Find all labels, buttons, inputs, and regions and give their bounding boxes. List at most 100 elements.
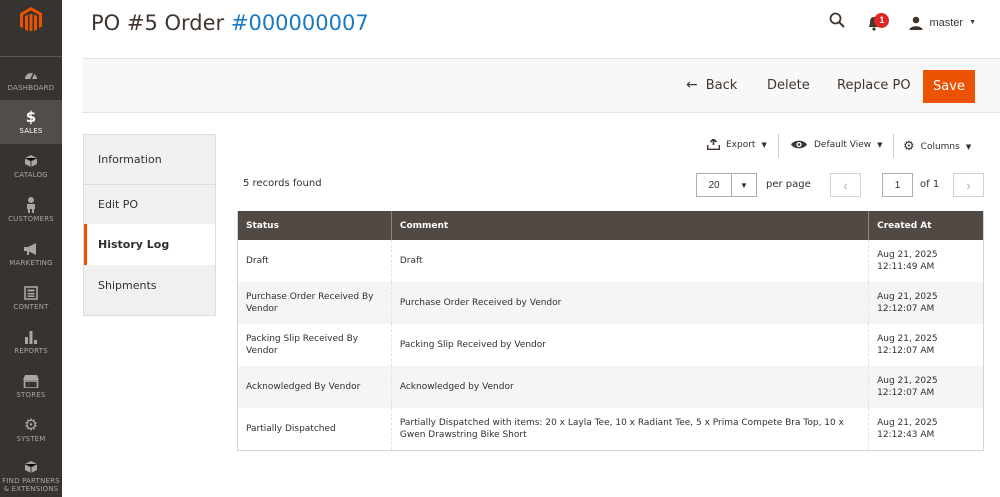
columns-dropdown[interactable]: ⚙ Columns ▼ (903, 139, 971, 154)
sidebar-item-sales[interactable]: $ SALES (0, 100, 62, 144)
magento-logo-icon (20, 7, 42, 32)
content-icon (22, 285, 40, 301)
back-button-label: Back (705, 77, 738, 93)
chevron-down-icon: ▼ (965, 142, 972, 151)
user-icon (909, 16, 923, 30)
megaphone-icon (22, 241, 40, 257)
column-header-comment[interactable]: Comment (391, 211, 870, 240)
sidebar-item-marketing[interactable]: MARKETING (0, 232, 62, 276)
tab-information[interactable]: Information (84, 135, 215, 184)
tab-edit-po[interactable]: Edit PO (84, 184, 215, 224)
gear-icon: ⚙ (23, 417, 39, 434)
created-at-cell: Aug 21, 2025 12:12:07 AM (868, 366, 984, 408)
comment-cell: Acknowledged by Vendor (391, 366, 870, 408)
per-page-select[interactable]: 20 ▼ (696, 173, 757, 197)
sidebar-item-label: STORES (16, 391, 46, 399)
next-page-button[interactable]: › (953, 173, 984, 197)
export-dropdown[interactable]: Export ▼ (707, 139, 767, 150)
back-button[interactable]: ← Back (686, 77, 737, 93)
sidebar-item-find-partners[interactable]: FIND PARTNERS & EXTENSIONS (0, 452, 62, 497)
sidebar-item-reports[interactable]: REPORTS (0, 320, 62, 364)
view-label: Default View (814, 139, 872, 150)
chevron-down-icon: ▼ (761, 140, 767, 149)
toolbar-divider (893, 134, 894, 158)
dollar-icon: $ (25, 108, 37, 126)
delete-button[interactable]: Delete (767, 78, 810, 93)
tab-history-log[interactable]: History Log (84, 224, 215, 265)
gear-icon: ⚙ (903, 139, 915, 154)
status-cell: Acknowledged By Vendor (237, 366, 392, 408)
sidebar-item-customers[interactable]: CUSTOMERS (0, 188, 62, 232)
table-row: Purchase Order Received By Vendor Purcha… (237, 282, 984, 324)
created-at-cell: Aug 21, 2025 12:12:07 AM (868, 324, 984, 366)
bar-chart-icon (22, 329, 40, 345)
notifications-button[interactable]: 1 (867, 12, 890, 32)
po-tabs: Information Edit PO History Log Shipment… (83, 134, 216, 316)
sidebar-item-stores[interactable]: STORES (0, 364, 62, 408)
column-header-status[interactable]: Status (237, 211, 392, 240)
chevron-right-icon: › (966, 177, 971, 193)
chevron-down-icon: ▼ (877, 140, 883, 149)
table-row: Packing Slip Received By Vendor Packing … (237, 324, 984, 366)
per-page-value: 20 (708, 179, 720, 191)
records-count: 5 records found (243, 178, 322, 189)
sidebar-item-label: SALES (19, 127, 43, 135)
store-icon (22, 373, 40, 389)
tab-shipments[interactable]: Shipments (84, 265, 215, 306)
person-icon (22, 197, 40, 213)
admin-sidebar: DASHBOARD $ SALES CATALOG CUSTOMERS MARK… (0, 0, 62, 497)
export-icon (707, 139, 720, 150)
sidebar-item-label: FIND PARTNERS (2, 477, 60, 485)
replace-po-button[interactable]: Replace PO (837, 78, 911, 93)
page-actions-bar: ← Back Delete Replace PO Save (82, 58, 1000, 113)
previous-page-button[interactable]: ‹ (830, 173, 861, 197)
view-dropdown[interactable]: Default View ▼ (790, 139, 883, 150)
sidebar-item-label: CATALOG (14, 171, 48, 179)
order-number-link[interactable]: #000000007 (231, 11, 369, 35)
search-icon[interactable] (829, 12, 846, 33)
comment-cell: Packing Slip Received by Vendor (391, 324, 870, 366)
sidebar-item-label: DASHBOARD (7, 83, 55, 92)
comment-cell: Partially Dispatched with items: 20 x La… (391, 408, 870, 450)
cube-icon (22, 153, 40, 169)
arrow-left-icon: ← (686, 77, 698, 93)
chevron-down-icon: ▼ (731, 174, 756, 196)
dashboard-icon (22, 66, 40, 82)
sidebar-item-system[interactable]: ⚙ SYSTEM (0, 408, 62, 452)
table-row: Partially Dispatched Partially Dispatche… (237, 408, 984, 450)
status-cell: Packing Slip Received By Vendor (237, 324, 392, 366)
sidebar-item-label: CUSTOMERS (8, 215, 54, 223)
sidebar-item-dashboard[interactable]: DASHBOARD (0, 56, 62, 100)
toolbar-divider (778, 134, 779, 158)
eye-icon (791, 140, 807, 149)
created-at-cell: Aug 21, 2025 12:12:43 AM (868, 408, 984, 450)
created-at-cell: Aug 21, 2025 12:12:07 AM (868, 282, 984, 324)
page-number-input[interactable]: 1 (882, 173, 913, 197)
history-log-table: Status Comment Created At Draft Draft Au… (237, 211, 984, 451)
sidebar-item-catalog[interactable]: CATALOG (0, 144, 62, 188)
page-title: PO #5 Order #000000007 (91, 11, 369, 35)
table-row: Acknowledged By Vendor Acknowledged by V… (237, 366, 984, 408)
sidebar-item-content[interactable]: CONTENT (0, 276, 62, 320)
column-header-created-at[interactable]: Created At (868, 211, 984, 240)
columns-label: Columns (920, 141, 960, 152)
sidebar-item-label-2: & EXTENSIONS (3, 485, 59, 493)
sidebar-item-label: MARKETING (9, 259, 53, 267)
save-button[interactable]: Save (923, 70, 975, 103)
username: master (929, 16, 964, 29)
created-at-cell: Aug 21, 2025 12:11:49 AM (868, 240, 984, 282)
sidebar-item-label: SYSTEM (16, 435, 46, 443)
page-title-prefix: PO #5 Order (91, 11, 231, 35)
box-icon (22, 459, 40, 475)
magento-logo[interactable] (0, 0, 62, 40)
per-page-label: per page (766, 179, 811, 190)
header-actions: 1 master ▼ (829, 12, 976, 33)
user-menu[interactable]: master ▼ (909, 16, 976, 30)
status-cell: Purchase Order Received By Vendor (237, 282, 392, 324)
chevron-left-icon: ‹ (843, 177, 848, 193)
notification-badge: 1 (874, 12, 890, 28)
export-label: Export (726, 139, 756, 150)
table-row: Draft Draft Aug 21, 2025 12:11:49 AM (237, 240, 984, 282)
table-header-row: Status Comment Created At (237, 211, 984, 240)
sidebar-item-label: CONTENT (13, 303, 49, 311)
